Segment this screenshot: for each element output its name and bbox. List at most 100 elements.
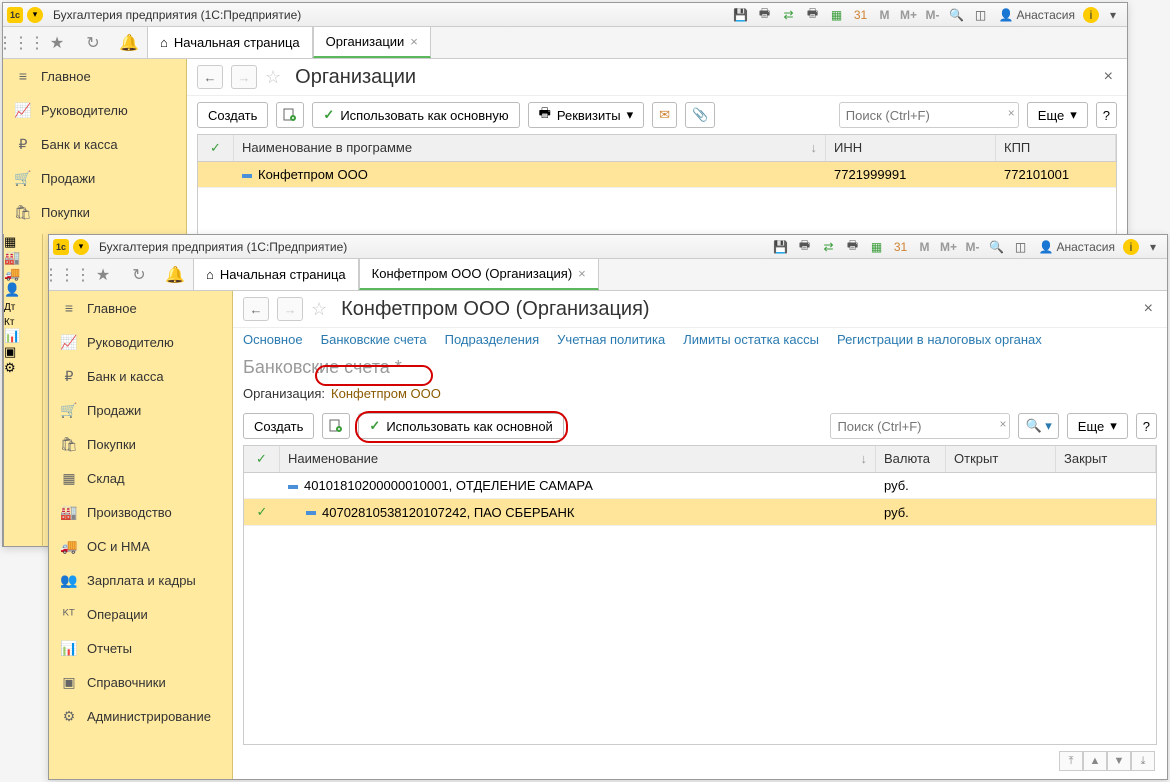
sidebar-item-1[interactable]: 📈Руководителю bbox=[49, 325, 232, 359]
print2-icon[interactable]: 🖶 bbox=[843, 238, 863, 256]
table-row[interactable]: ✓40702810538120107242, ПАО СБЕРБАНКруб. bbox=[244, 499, 1156, 526]
nav-forward-button[interactable]: → bbox=[277, 297, 303, 321]
help-button[interactable]: ? bbox=[1136, 413, 1157, 439]
link-5[interactable]: Регистрации в налоговых органах bbox=[837, 332, 1042, 347]
sidebar-item-7[interactable]: 🚚ОС и НМА bbox=[49, 529, 232, 563]
zoom-icon[interactable]: 🔍 bbox=[947, 6, 967, 24]
help-button[interactable]: ? bbox=[1096, 102, 1117, 128]
calendar-icon[interactable]: 31 bbox=[851, 6, 871, 24]
nav-forward-button[interactable]: → bbox=[231, 65, 257, 89]
more-button[interactable]: Еще ▾ bbox=[1067, 413, 1128, 439]
search-clear-button[interactable]: × bbox=[999, 417, 1006, 431]
sidebar-item[interactable]: ⚙ bbox=[4, 360, 42, 376]
col-main[interactable]: ✓ bbox=[198, 135, 234, 161]
sidebar-item-10[interactable]: 📊Отчеты bbox=[49, 631, 232, 665]
user-menu[interactable]: 👤 Анастасия bbox=[995, 8, 1080, 22]
sidebar-item-12[interactable]: ⚙Администрирование bbox=[49, 699, 232, 733]
nav-up-button[interactable]: ▲ bbox=[1083, 751, 1107, 771]
print-icon[interactable]: 🖶 bbox=[795, 238, 815, 256]
mplus-icon[interactable]: M+ bbox=[939, 238, 959, 256]
col-name[interactable]: Наименование ↓ bbox=[280, 446, 876, 472]
search-clear-button[interactable]: × bbox=[1008, 106, 1015, 120]
create-button[interactable]: Создать bbox=[197, 102, 268, 128]
sidebar-item-8[interactable]: 👥Зарплата и кадры bbox=[49, 563, 232, 597]
col-open[interactable]: Открыт bbox=[946, 446, 1056, 472]
sidebar-item[interactable]: ▣ bbox=[4, 344, 42, 360]
user-menu[interactable]: 👤 Анастасия bbox=[1035, 240, 1120, 254]
col-name[interactable]: Наименование в программе ↓ bbox=[234, 135, 826, 161]
create-button[interactable]: Создать bbox=[243, 413, 314, 439]
sidebar-item-1[interactable]: 📈Руководителю bbox=[3, 93, 186, 127]
compare-icon[interactable]: ⇄ bbox=[819, 238, 839, 256]
calendar-icon[interactable]: 31 bbox=[891, 238, 911, 256]
m-icon[interactable]: M bbox=[875, 6, 895, 24]
use-as-main-button[interactable]: ✓Использовать как основную bbox=[312, 102, 519, 128]
history-icon[interactable]: ↻ bbox=[121, 259, 157, 290]
print-icon[interactable]: 🖶 bbox=[755, 6, 775, 24]
sidebar-item-2[interactable]: ₽Банк и касса bbox=[49, 359, 232, 393]
nav-down-button[interactable]: ▼ bbox=[1107, 751, 1131, 771]
link-0[interactable]: Основное bbox=[243, 332, 303, 347]
star-icon[interactable]: ☆ bbox=[265, 67, 281, 88]
nav-back-button[interactable]: ← bbox=[243, 297, 269, 321]
sidebar-item[interactable]: ДтКт bbox=[4, 298, 42, 328]
save-icon[interactable]: 💾 bbox=[731, 6, 751, 24]
sidebar-item-0[interactable]: ≡Главное bbox=[49, 291, 232, 325]
attach-button[interactable]: 📎 bbox=[685, 102, 715, 128]
nav-top-button[interactable]: ⤒ bbox=[1059, 751, 1083, 771]
tab-home[interactable]: ⌂ Начальная страница bbox=[193, 259, 359, 290]
titlebar-dropdown[interactable]: ▾ bbox=[27, 7, 43, 23]
sidebar-item[interactable]: 🚚 bbox=[4, 266, 42, 282]
info-icon[interactable]: i bbox=[1083, 7, 1099, 23]
m-icon[interactable]: M bbox=[915, 238, 935, 256]
info-icon[interactable]: i bbox=[1123, 239, 1139, 255]
nav-back-button[interactable]: ← bbox=[197, 65, 223, 89]
link-1[interactable]: Банковские счета bbox=[321, 332, 427, 347]
col-currency[interactable]: Валюта bbox=[876, 446, 946, 472]
tab-home[interactable]: ⌂ Начальная страница bbox=[147, 27, 313, 58]
compare-icon[interactable]: ⇄ bbox=[779, 6, 799, 24]
table-row[interactable]: Конфетпром ООО 7721999991 772101001 bbox=[198, 162, 1116, 188]
panels-icon[interactable]: ◫ bbox=[1011, 238, 1031, 256]
table-row[interactable]: 40101810200000010001, ОТДЕЛЕНИЕ САМАРАру… bbox=[244, 473, 1156, 499]
close-icon[interactable]: × bbox=[410, 34, 418, 49]
tab-organization[interactable]: Конфетпром ООО (Организация) × bbox=[359, 259, 599, 290]
print2-icon[interactable]: 🖶 bbox=[803, 6, 823, 24]
titlebar-more[interactable]: ▾ bbox=[1103, 6, 1123, 24]
star-icon[interactable]: ☆ bbox=[311, 299, 327, 320]
sidebar-item[interactable]: 👤 bbox=[4, 282, 42, 298]
calc-icon[interactable]: ▦ bbox=[827, 6, 847, 24]
mail-button[interactable]: ✉ bbox=[652, 102, 677, 128]
mminus-icon[interactable]: M- bbox=[963, 238, 983, 256]
sidebar-item-3[interactable]: 🛒Продажи bbox=[3, 161, 186, 195]
favorites-icon[interactable]: ★ bbox=[39, 27, 75, 58]
notifications-icon[interactable]: 🔔 bbox=[111, 27, 147, 58]
sidebar-item-4[interactable]: 🛍Покупки bbox=[3, 195, 186, 229]
sidebar-item[interactable]: ▦ bbox=[4, 234, 42, 250]
favorites-icon[interactable]: ★ bbox=[85, 259, 121, 290]
save-icon[interactable]: 💾 bbox=[771, 238, 791, 256]
link-4[interactable]: Лимиты остатка кассы bbox=[683, 332, 819, 347]
mminus-icon[interactable]: M- bbox=[923, 6, 943, 24]
sidebar-item-5[interactable]: ▦Склад bbox=[49, 461, 232, 495]
tab-organizations[interactable]: Организации × bbox=[313, 27, 431, 58]
titlebar-dropdown[interactable]: ▾ bbox=[73, 239, 89, 255]
apps-icon[interactable]: ⋮⋮⋮ bbox=[3, 27, 39, 58]
sidebar-item[interactable]: 🏭 bbox=[4, 250, 42, 266]
link-3[interactable]: Учетная политика bbox=[557, 332, 665, 347]
copy-button[interactable] bbox=[322, 413, 350, 439]
sidebar-item-9[interactable]: ᴷᵀОперации bbox=[49, 597, 232, 631]
sidebar-item-11[interactable]: ▣Справочники bbox=[49, 665, 232, 699]
nav-bottom-button[interactable]: ⤓ bbox=[1131, 751, 1155, 771]
page-close-button[interactable]: × bbox=[1140, 300, 1157, 318]
zoom-icon[interactable]: 🔍 bbox=[987, 238, 1007, 256]
history-icon[interactable]: ↻ bbox=[75, 27, 111, 58]
calc-icon[interactable]: ▦ bbox=[867, 238, 887, 256]
search-input[interactable] bbox=[830, 413, 1010, 439]
notifications-icon[interactable]: 🔔 bbox=[157, 259, 193, 290]
mplus-icon[interactable]: M+ bbox=[899, 6, 919, 24]
link-2[interactable]: Подразделения bbox=[445, 332, 540, 347]
sidebar-item-3[interactable]: 🛒Продажи bbox=[49, 393, 232, 427]
more-button[interactable]: Еще ▾ bbox=[1027, 102, 1088, 128]
titlebar-more[interactable]: ▾ bbox=[1143, 238, 1163, 256]
